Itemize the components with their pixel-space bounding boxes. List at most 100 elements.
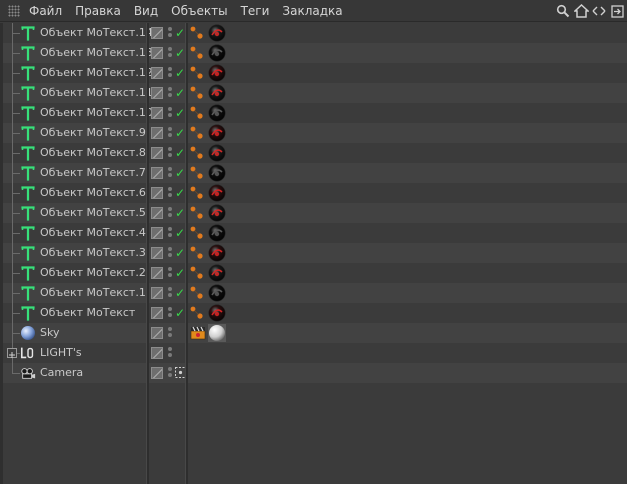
material-tag-icon[interactable] bbox=[208, 44, 226, 62]
material-tag-icon[interactable] bbox=[208, 224, 226, 242]
object-label[interactable]: Sky bbox=[40, 326, 59, 339]
texture-tag-icon[interactable] bbox=[190, 85, 204, 101]
object-row[interactable]: Объект MoТекст.5 ✓ bbox=[0, 203, 627, 223]
menu-edit[interactable]: Правка bbox=[75, 4, 121, 18]
enabled-check-icon[interactable]: ✓ bbox=[175, 105, 185, 121]
object-row[interactable]: Объект MoТекст.8 ✓ bbox=[0, 143, 627, 163]
object-label[interactable]: Объект MoТекст.7 bbox=[40, 166, 146, 179]
texture-tag-icon[interactable] bbox=[190, 65, 204, 81]
visibility-dots[interactable] bbox=[168, 47, 172, 59]
visibility-dots[interactable] bbox=[168, 147, 172, 159]
enabled-check-icon[interactable]: ✓ bbox=[175, 85, 185, 101]
material-tag-icon[interactable] bbox=[208, 64, 226, 82]
visibility-dots[interactable] bbox=[168, 347, 172, 359]
object-row[interactable]: Sky bbox=[0, 323, 627, 343]
layer-color-swatch[interactable] bbox=[151, 247, 163, 259]
object-label[interactable]: Объект MoТекст bbox=[40, 306, 135, 319]
object-row[interactable]: Объект MoТекст.9 ✓ bbox=[0, 123, 627, 143]
visibility-dots[interactable] bbox=[168, 207, 172, 219]
texture-tag-icon[interactable] bbox=[190, 125, 204, 141]
enabled-check-icon[interactable]: ✓ bbox=[175, 245, 185, 261]
object-row[interactable]: Объект MoТекст.1 ✓ bbox=[0, 283, 627, 303]
texture-tag-icon[interactable] bbox=[190, 45, 204, 61]
enabled-check-icon[interactable]: ✓ bbox=[175, 265, 185, 281]
expand-icon[interactable] bbox=[7, 348, 17, 358]
maximize-icon[interactable] bbox=[609, 3, 625, 19]
visibility-dots[interactable] bbox=[168, 247, 172, 259]
object-row[interactable]: Объект MoТекст ✓ bbox=[0, 303, 627, 323]
material-tag-icon[interactable] bbox=[208, 184, 226, 202]
layer-color-swatch[interactable] bbox=[151, 47, 163, 59]
layer-color-swatch[interactable] bbox=[151, 87, 163, 99]
object-label[interactable]: Объект MoТекст.6 bbox=[40, 186, 146, 199]
object-label[interactable]: Объект MoТекст.4 bbox=[40, 226, 146, 239]
object-label[interactable]: Объект MoТекст.3 bbox=[40, 246, 146, 259]
layer-color-swatch[interactable] bbox=[151, 27, 163, 39]
search-icon[interactable] bbox=[555, 3, 571, 19]
object-label[interactable]: Объект MoТекст.9 bbox=[40, 126, 146, 139]
object-label[interactable]: Объект MoТекст.12 bbox=[40, 66, 153, 79]
texture-tag-icon[interactable] bbox=[190, 105, 204, 121]
material-tag-icon[interactable] bbox=[208, 304, 226, 322]
visibility-dots[interactable] bbox=[168, 67, 172, 79]
layer-color-swatch[interactable] bbox=[151, 187, 163, 199]
menu-objects[interactable]: Объекты bbox=[171, 4, 227, 18]
object-label[interactable]: Объект MoТекст.1 bbox=[40, 286, 146, 299]
menu-bookmarks[interactable]: Закладка bbox=[282, 4, 342, 18]
visibility-dots[interactable] bbox=[168, 287, 172, 299]
column-separator[interactable] bbox=[146, 23, 149, 484]
material-tag-icon[interactable] bbox=[208, 144, 226, 162]
material-tag-icon[interactable] bbox=[208, 164, 226, 182]
link-icon[interactable] bbox=[591, 3, 607, 19]
layer-color-swatch[interactable] bbox=[151, 167, 163, 179]
visibility-dots[interactable] bbox=[168, 87, 172, 99]
visibility-dots[interactable] bbox=[168, 327, 172, 339]
object-row[interactable]: LIGHT's bbox=[0, 343, 627, 363]
enabled-check-icon[interactable]: ✓ bbox=[175, 185, 185, 201]
object-label[interactable]: Объект MoТекст.8 bbox=[40, 146, 146, 159]
layer-color-swatch[interactable] bbox=[151, 67, 163, 79]
object-label[interactable]: Объект MoТекст.5 bbox=[40, 206, 146, 219]
texture-tag-icon[interactable] bbox=[190, 205, 204, 221]
object-label[interactable]: LIGHT's bbox=[40, 346, 82, 359]
layer-color-swatch[interactable] bbox=[151, 147, 163, 159]
object-label[interactable]: Объект MoТекст.14 bbox=[40, 26, 153, 39]
enabled-check-icon[interactable]: ✓ bbox=[175, 65, 185, 81]
texture-tag-icon[interactable] bbox=[190, 305, 204, 321]
layer-color-swatch[interactable] bbox=[151, 367, 163, 379]
compositing-tag-icon[interactable] bbox=[190, 326, 206, 340]
visibility-dots[interactable] bbox=[168, 367, 172, 379]
object-row[interactable]: Объект MoТекст.10 ✓ bbox=[0, 103, 627, 123]
material-tag-icon[interactable] bbox=[208, 24, 226, 42]
enabled-check-icon[interactable]: ✓ bbox=[175, 285, 185, 301]
layer-color-swatch[interactable] bbox=[151, 267, 163, 279]
texture-tag-icon[interactable] bbox=[190, 185, 204, 201]
visibility-dots[interactable] bbox=[168, 27, 172, 39]
object-row[interactable]: Объект MoТекст.11 ✓ bbox=[0, 83, 627, 103]
enabled-check-icon[interactable]: ✓ bbox=[175, 165, 185, 181]
visibility-dots[interactable] bbox=[168, 267, 172, 279]
object-row[interactable]: Объект MoТекст.12 ✓ bbox=[0, 63, 627, 83]
texture-tag-icon[interactable] bbox=[190, 285, 204, 301]
visibility-dots[interactable] bbox=[168, 107, 172, 119]
grip-icon[interactable] bbox=[8, 5, 20, 17]
menu-tags[interactable]: Теги bbox=[241, 4, 270, 18]
object-row[interactable]: Объект MoТекст.3 ✓ bbox=[0, 243, 627, 263]
object-row[interactable]: Объект MoТекст.7 ✓ bbox=[0, 163, 627, 183]
material-tag-icon[interactable] bbox=[208, 104, 226, 122]
object-row[interactable]: Объект MoТекст.4 ✓ bbox=[0, 223, 627, 243]
layer-color-swatch[interactable] bbox=[151, 127, 163, 139]
visibility-dots[interactable] bbox=[168, 127, 172, 139]
object-label[interactable]: Camera bbox=[40, 366, 83, 379]
object-label[interactable]: Объект MoТекст.10 bbox=[40, 106, 153, 119]
visibility-dots[interactable] bbox=[168, 187, 172, 199]
texture-tag-icon[interactable] bbox=[190, 245, 204, 261]
object-row[interactable]: Объект MoТекст.2 ✓ bbox=[0, 263, 627, 283]
enabled-check-icon[interactable]: ✓ bbox=[175, 45, 185, 61]
visibility-dots[interactable] bbox=[168, 227, 172, 239]
menu-file[interactable]: Файл bbox=[29, 4, 62, 18]
visibility-dots[interactable] bbox=[168, 167, 172, 179]
object-row[interactable]: Объект MoТекст.6 ✓ bbox=[0, 183, 627, 203]
enabled-check-icon[interactable]: ✓ bbox=[175, 125, 185, 141]
layer-color-swatch[interactable] bbox=[151, 307, 163, 319]
